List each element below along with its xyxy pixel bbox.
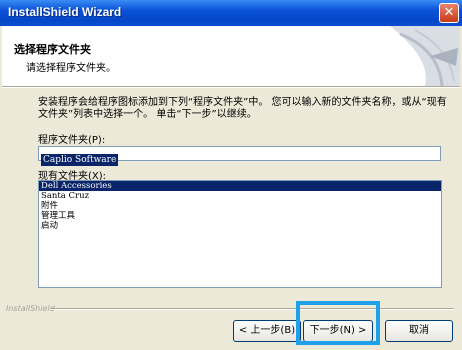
installer-graphic-icon	[390, 26, 460, 86]
page-subtitle: 请选择程序文件夹。	[26, 63, 116, 74]
list-item[interactable]: 附件	[39, 201, 441, 211]
window-title: InstallShield Wizard	[8, 5, 122, 19]
program-folder-input[interactable]: Caplio Software	[38, 146, 441, 166]
installshield-brand: InstallShield	[6, 304, 55, 313]
program-folder-label: 程序文件夹(P):	[38, 135, 106, 146]
list-item[interactable]: Santa Cruz	[39, 191, 441, 201]
header-divider	[2, 86, 460, 88]
page-title: 选择程序文件夹	[14, 43, 91, 56]
existing-folders-list[interactable]: Dell Accessories Santa Cruz 附件 管理工具 启动	[38, 180, 442, 288]
title-bar[interactable]: InstallShield Wizard ✕	[0, 0, 462, 26]
program-folder-value: Caplio Software	[41, 154, 119, 166]
list-item[interactable]: 管理工具	[39, 211, 441, 221]
list-item[interactable]: 启动	[39, 221, 441, 231]
cancel-button[interactable]: 取消	[385, 320, 453, 342]
close-button[interactable]: ✕	[439, 3, 459, 23]
header-panel: 选择程序文件夹 请选择程序文件夹。	[2, 26, 460, 86]
list-item[interactable]: Dell Accessories	[39, 181, 441, 191]
installshield-wizard-window: InstallShield Wizard ✕ 选择程序文件夹 请选择程序文件夹。…	[0, 0, 462, 350]
back-button[interactable]: < 上一步(B)	[233, 320, 301, 342]
instructions-text: 安装程序会给程序图标添加到下列“程序文件夹”中。 您可以输入新的文件夹名称，或从…	[38, 97, 447, 120]
footer-divider	[50, 308, 454, 310]
next-button[interactable]: 下一步(N) >	[303, 320, 373, 342]
